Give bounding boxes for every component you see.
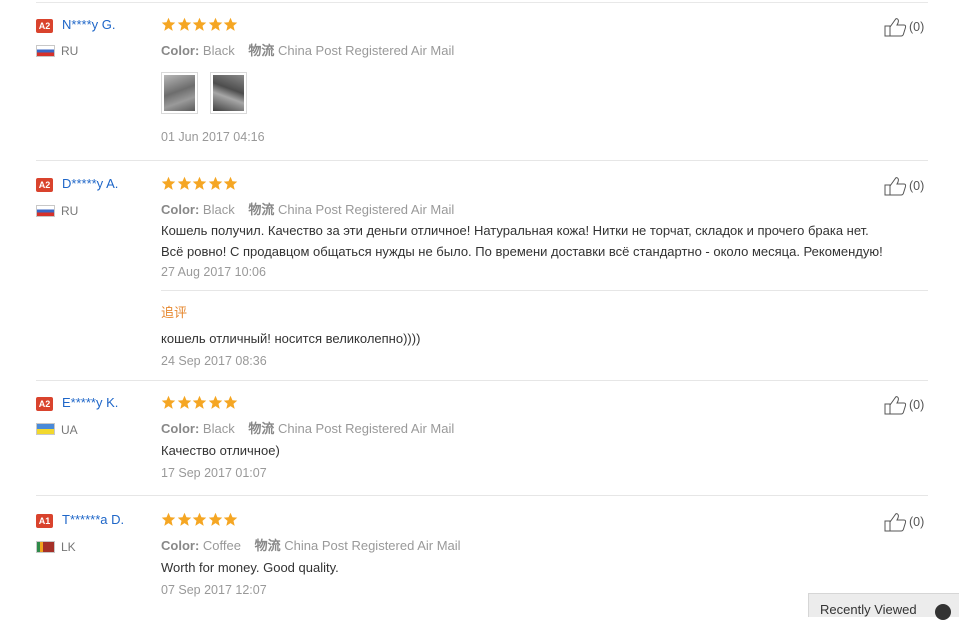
star-icon [223, 395, 238, 409]
star-icon [208, 512, 222, 526]
shipping-value: China Post Registered Air Mail [284, 538, 461, 553]
star-rating [161, 512, 239, 528]
star-rating [161, 17, 239, 33]
review-date: 01 Jun 2017 04:16 [161, 130, 265, 144]
star-icon [192, 176, 207, 190]
shipping-label: 物流 [254, 538, 281, 553]
order-info: Color: Black 物流 China Post Registered Ai… [161, 40, 454, 59]
followup-divider [161, 290, 928, 291]
buyer-country: LK [61, 540, 76, 554]
helpful-button[interactable]: (0) [884, 17, 924, 37]
recently-viewed-tab[interactable]: Recently Viewed [808, 593, 959, 620]
color-value: Black [202, 421, 235, 436]
ru-flag-icon [36, 45, 55, 57]
buyer-level-badge: A2 [36, 19, 53, 33]
star-icon [192, 395, 207, 409]
shipping-value: China Post Registered Air Mail [277, 421, 455, 436]
shipping-value: China Post Registered Air Mail [277, 202, 455, 217]
color-label: Color: [161, 43, 200, 58]
followup-date: 24 Sep 2017 08:36 [161, 354, 267, 368]
star-icon [177, 176, 191, 190]
star-icon [177, 395, 191, 409]
order-info: Color: Black 物流 China Post Registered Ai… [161, 199, 454, 218]
thumbs-up-icon [884, 396, 907, 415]
buyer-level-badge: A1 [36, 514, 53, 528]
star-icon [161, 176, 176, 190]
star-icon [161, 395, 176, 409]
review-date: 17 Sep 2017 01:07 [161, 466, 267, 480]
color-label: Color: [161, 538, 200, 553]
buyer-country: RU [61, 44, 79, 58]
shipping-label: 物流 [248, 421, 275, 436]
buyer-name-link[interactable]: D*****y A. [62, 176, 118, 191]
review-divider [36, 160, 928, 161]
followup-label: 追评 [161, 305, 188, 320]
star-icon [208, 395, 222, 409]
review-date: 27 Aug 2017 10:06 [161, 265, 266, 279]
color-label: Color: [161, 202, 200, 217]
star-icon [161, 17, 176, 31]
ua-flag-icon [36, 423, 55, 435]
buyer-name-link[interactable]: N****y G. [62, 17, 115, 32]
star-rating [161, 176, 239, 192]
review-text-line: Всё ровно! С продавцом общаться нужды не… [161, 244, 883, 259]
buyer-country: RU [61, 204, 79, 218]
review-divider [36, 495, 928, 496]
shipping-value: China Post Registered Air Mail [277, 43, 455, 58]
review-date: 07 Sep 2017 12:07 [161, 583, 267, 597]
color-label: Color: [161, 421, 200, 436]
order-info: Color: Black 物流 China Post Registered Ai… [161, 418, 454, 437]
review-photo-thumbnail[interactable] [161, 72, 198, 114]
review-photo-thumbnail[interactable] [210, 72, 247, 114]
review-text: Кошель получил. Качество за эти деньги о… [161, 220, 931, 262]
star-icon [192, 17, 207, 31]
buyer-name-link[interactable]: T******a D. [62, 512, 124, 527]
color-value: Black [202, 43, 235, 58]
buyer-level-badge: A2 [36, 397, 53, 411]
star-icon [223, 512, 238, 526]
helpful-button[interactable]: (0) [884, 176, 924, 196]
review-text: Worth for money. Good quality. [161, 560, 339, 575]
buyer-name-link[interactable]: E*****y K. [62, 395, 118, 410]
shipping-label: 物流 [248, 43, 275, 58]
thumbs-up-icon [884, 18, 907, 37]
chevron-up-icon [935, 604, 951, 620]
color-value: Coffee [202, 538, 241, 553]
lk-flag-icon [36, 541, 55, 553]
ru-flag-icon [36, 205, 55, 217]
buyer-level-badge: A2 [36, 178, 53, 192]
star-icon [177, 17, 191, 31]
star-icon [223, 17, 238, 31]
thumbs-up-icon [884, 177, 907, 196]
helpful-count: (0) [909, 20, 925, 34]
star-icon [208, 176, 222, 190]
followup-text: кошель отличный! носится великолепно)))) [161, 331, 421, 346]
star-icon [192, 512, 207, 526]
star-icon [161, 512, 176, 526]
order-info: Color: Coffee 物流 China Post Registered A… [161, 535, 461, 554]
thumbs-up-icon [884, 513, 907, 532]
review-text-line: Кошель получил. Качество за эти деньги о… [161, 223, 869, 238]
review-divider [36, 380, 928, 381]
color-value: Black [202, 202, 235, 217]
shipping-label: 物流 [248, 202, 275, 217]
helpful-button[interactable]: (0) [884, 395, 924, 415]
helpful-count: (0) [909, 179, 925, 193]
star-icon [177, 512, 191, 526]
helpful-button[interactable]: (0) [884, 512, 924, 532]
top-divider [36, 2, 928, 3]
star-rating [161, 395, 239, 411]
helpful-count: (0) [909, 515, 925, 529]
star-icon [223, 176, 238, 190]
star-icon [208, 17, 222, 31]
helpful-count: (0) [909, 398, 925, 412]
review-text: Качество отличное) [161, 443, 280, 458]
buyer-country: UA [61, 423, 78, 437]
